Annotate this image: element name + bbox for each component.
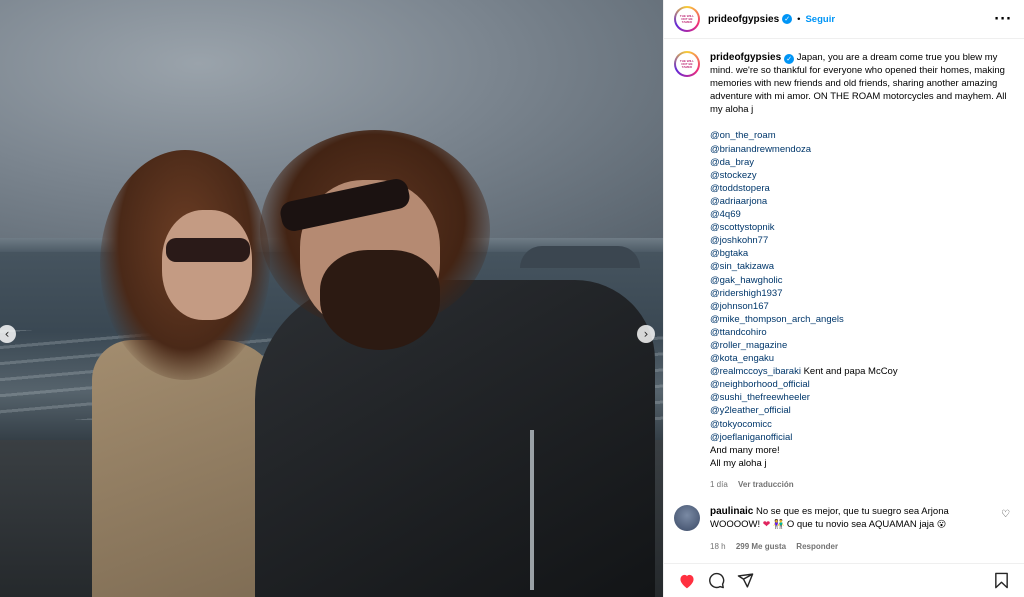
surprised-emoji-icon: 😮 — [936, 520, 947, 531]
caption-username[interactable]: prideofgypsies — [710, 52, 781, 63]
handle-link[interactable]: @sushi_thefreewheeler — [710, 391, 1010, 404]
handle-link[interactable]: @johnson167 — [710, 300, 1010, 313]
author-avatar[interactable]: THE WILL NOT BE TAMED — [674, 6, 700, 32]
photo-person-right — [240, 130, 660, 597]
save-bookmark-icon — [994, 572, 1008, 589]
save-button[interactable] — [990, 570, 1012, 592]
couple-emoji-icon: 👫 — [772, 520, 785, 531]
instagram-post-modal: ‹ › THE WILL NOT BE TAMED prideofgypsies… — [0, 0, 1024, 597]
comment-body: paulinaic No se que es mejor, que tu sue… — [710, 505, 995, 553]
handle-link[interactable]: @4q69 — [710, 208, 1010, 221]
handle-link[interactable]: @tokyocomicc — [710, 418, 1010, 431]
more-options-icon[interactable]: ··· — [994, 12, 1012, 27]
handle-link[interactable]: @joshkohn77 — [710, 234, 1010, 247]
avatar-logo: THE WILL NOT BE TAMED — [676, 8, 698, 30]
verified-icon: ✓ — [782, 14, 793, 24]
comment-time[interactable]: 18 h — [710, 542, 726, 551]
handle-with-note-line: @realmccoys_ibaraki Kent and papa McCoy — [710, 365, 1010, 378]
caption: THE WILL NOT BE TAMED prideofgypsies ✓ Ja… — [674, 51, 1010, 491]
comments-area[interactable]: THE WILL NOT BE TAMED prideofgypsies ✓ Ja… — [664, 39, 1024, 563]
handle-link[interactable]: @gak_hawgholic — [710, 274, 1010, 287]
action-bar — [664, 563, 1024, 597]
separator-dot: • — [797, 13, 801, 25]
commenter-username[interactable]: paulinaic — [710, 506, 753, 517]
handle-link[interactable]: @scottystopnik — [710, 221, 1010, 234]
comment-likes[interactable]: 299 Me gusta — [736, 542, 786, 551]
comment-text-2: O que tu novio sea AQUAMAN jaja — [786, 519, 935, 531]
avatar-logo: THE WILL NOT BE TAMED — [676, 53, 698, 75]
caption-meta: 1 día Ver traducción — [710, 478, 1010, 491]
post-photo[interactable]: ‹ › — [0, 0, 663, 597]
handle-link[interactable]: @mike_thompson_arch_angels — [710, 313, 1010, 326]
caption-closing-1: And many more! — [710, 444, 780, 456]
like-heart-icon — [680, 574, 694, 588]
verified-icon: ✓ — [784, 54, 795, 64]
caption-handles-after: @neighborhood_official @sushi_thefreewhee… — [710, 378, 1010, 443]
comment-meta: 18 h 299 Me gusta Responder — [710, 540, 995, 553]
red-heart-emoji-icon: ❤ — [762, 520, 771, 531]
handle-link[interactable]: @y2leather_official — [710, 404, 1010, 417]
post-header: THE WILL NOT BE TAMED prideofgypsies ✓ •… — [664, 0, 1024, 39]
handle-note: Kent and papa McCoy — [800, 366, 898, 378]
sunglasses — [166, 238, 250, 262]
leather-jacket — [255, 280, 655, 597]
handle-link[interactable]: @joeflaniganofficial — [710, 431, 1010, 444]
share-icon — [737, 573, 753, 588]
comment-button[interactable] — [705, 570, 727, 592]
handle-link[interactable]: @toddstopera — [710, 182, 1010, 195]
handle-link[interactable]: @ttandcohiro — [710, 326, 1010, 339]
beard — [320, 250, 440, 350]
comment-like-icon[interactable]: ♡ — [1001, 505, 1010, 553]
commenter-avatar[interactable] — [674, 505, 700, 531]
reply-button[interactable]: Responder — [796, 542, 838, 551]
handle-link[interactable]: @ridershigh1937 — [710, 287, 1010, 300]
handle-link[interactable]: @kota_engaku — [710, 352, 1010, 365]
jacket-zipper — [530, 430, 534, 590]
share-button[interactable] — [734, 570, 756, 592]
carousel-next-icon: › — [643, 327, 649, 341]
caption-closing-2: All my aloha j — [710, 457, 767, 469]
handle-link[interactable]: @da_bray — [710, 156, 1010, 169]
handle-link[interactable]: @adriaarjona — [710, 195, 1010, 208]
translate-link[interactable]: Ver traducción — [738, 480, 794, 489]
caption-handles: @on_the_roam @brianandrewmendoza @da_bray @… — [710, 129, 1010, 365]
like-button[interactable] — [676, 570, 698, 592]
caption-body: prideofgypsies ✓ Japan, you are a dream c… — [710, 51, 1010, 491]
handle-link[interactable]: @neighborhood_official — [710, 378, 1010, 391]
comment-icon — [708, 572, 724, 589]
handle-link[interactable]: @bgtaka — [710, 247, 1010, 260]
handle-link[interactable]: @on_the_roam — [710, 129, 1010, 142]
handle-link[interactable]: @realmccoys_ibaraki — [710, 366, 801, 377]
author-username[interactable]: prideofgypsies — [708, 14, 779, 25]
carousel-prev-icon: ‹ — [4, 327, 10, 341]
handle-link[interactable]: @roller_magazine — [710, 339, 1010, 352]
caption-time[interactable]: 1 día — [710, 480, 728, 489]
post-side-panel: THE WILL NOT BE TAMED prideofgypsies ✓ •… — [663, 0, 1024, 597]
handle-link[interactable]: @brianandrewmendoza — [710, 143, 1010, 156]
handle-link[interactable]: @stockezy — [710, 169, 1010, 182]
face — [162, 210, 252, 320]
follow-button[interactable]: Seguir — [805, 14, 835, 25]
handle-link[interactable]: @sin_takizawa — [710, 260, 1010, 273]
comment: paulinaic No se que es mejor, que tu sue… — [674, 505, 1010, 553]
caption-avatar[interactable]: THE WILL NOT BE TAMED — [674, 51, 700, 77]
carousel-next-button[interactable]: › — [637, 325, 655, 343]
